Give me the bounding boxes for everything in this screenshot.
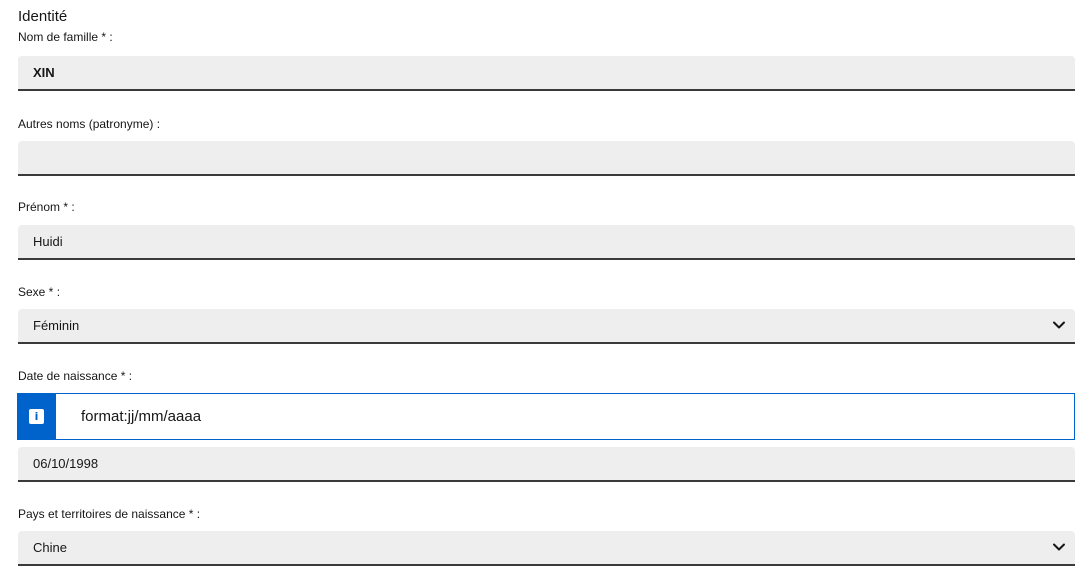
last-name-field[interactable]: XIN	[18, 56, 1075, 91]
first-name-field[interactable]: Huidi	[18, 225, 1075, 260]
first-name-label: Prénom * :	[18, 200, 75, 214]
birth-country-value: Chine	[33, 540, 67, 555]
date-format-hint: i format:jj/mm/aaaa	[17, 393, 1075, 440]
birth-date-label: Date de naissance * :	[18, 369, 133, 383]
sex-label: Sexe * :	[18, 285, 61, 299]
section-title: Identité	[18, 8, 68, 25]
sex-value: Féminin	[33, 318, 80, 333]
chevron-down-icon	[1053, 321, 1065, 329]
date-format-text: format:jj/mm/aaaa	[81, 408, 202, 425]
first-name-value: Huidi	[33, 234, 63, 249]
identity-form: Identité Nom de famille * : XIN Autres n…	[0, 0, 1080, 576]
last-name-label: Nom de famille * :	[18, 30, 113, 44]
birth-date-field[interactable]: 06/10/1998	[18, 447, 1075, 482]
sex-select[interactable]: Féminin	[18, 309, 1075, 344]
other-names-field[interactable]	[18, 141, 1075, 176]
info-icon-column: i	[18, 394, 56, 439]
birth-country-select[interactable]: Chine	[18, 531, 1075, 566]
other-names-label: Autres noms (patronyme) :	[18, 117, 161, 131]
last-name-value: XIN	[33, 65, 55, 80]
birth-date-value: 06/10/1998	[33, 456, 99, 471]
info-icon: i	[29, 409, 44, 424]
chevron-down-icon	[1053, 543, 1065, 551]
birth-country-label: Pays et territoires de naissance * :	[18, 507, 201, 521]
